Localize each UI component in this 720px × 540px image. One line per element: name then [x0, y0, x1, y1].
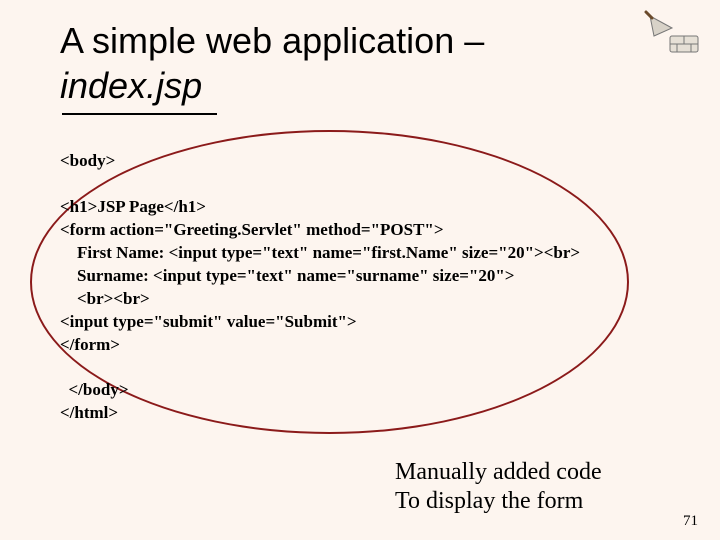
code-line: <h1>JSP Page</h1> — [60, 197, 206, 216]
title-line2: index.jsp — [60, 65, 202, 106]
slide-title: A simple web application – index.jsp — [60, 18, 620, 108]
code-line: <form action="Greeting.Servlet" method="… — [60, 220, 444, 239]
code-line: <body> — [60, 151, 115, 170]
code-block: <body> <h1>JSP Page</h1> <form action="G… — [60, 150, 580, 425]
trowel-brick-icon — [642, 8, 702, 58]
code-line: </html> — [60, 403, 118, 422]
code-line: Surname: <input type="text" name="surnam… — [60, 266, 514, 285]
code-line: First Name: <input type="text" name="fir… — [60, 243, 580, 262]
title-underline — [62, 113, 217, 115]
code-line: </body> — [60, 380, 129, 399]
annotation-line2: To display the form — [395, 488, 583, 514]
code-line: <input type="submit" value="Submit"> — [60, 312, 357, 331]
annotation-text: Manually added code To display the form — [395, 458, 602, 516]
code-line: </form> — [60, 335, 120, 354]
title-line1: A simple web application – — [60, 20, 484, 61]
page-number: 71 — [683, 513, 698, 530]
code-line: <br><br> — [60, 289, 150, 308]
annotation-line1: Manually added code — [395, 459, 602, 485]
slide: A simple web application – index.jsp <bo… — [0, 0, 720, 540]
